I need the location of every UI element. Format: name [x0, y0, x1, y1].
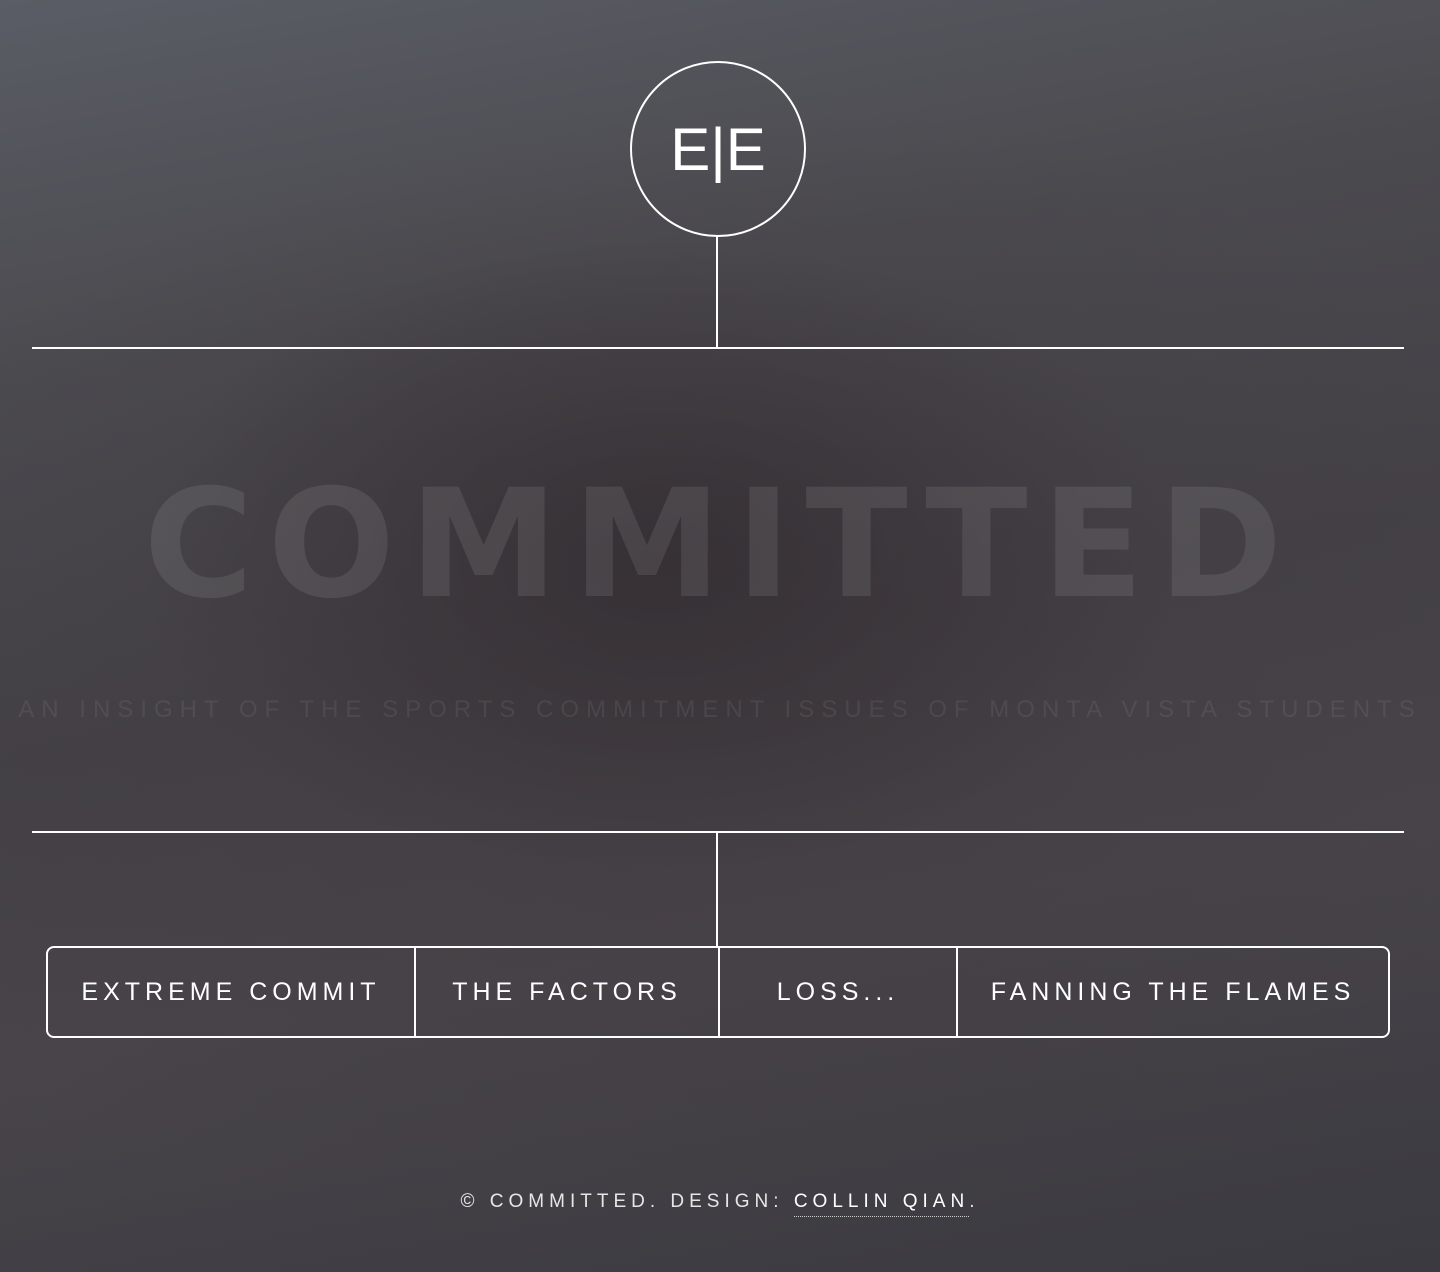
footer-copyright: © COMMITTED. DESIGN: [460, 1191, 794, 1212]
designer-link[interactable]: COLLIN QIAN [793, 1191, 970, 1217]
footer-suffix: . [969, 1191, 980, 1212]
main-navigation: EXTREME COMMIT THE FACTORS LOSS... FANNI… [46, 946, 1390, 1038]
nav-item-the-factors[interactable]: THE FACTORS [414, 948, 718, 1036]
nav-item-extreme-commit[interactable]: EXTREME COMMIT [48, 948, 414, 1036]
divider-bottom [32, 831, 1404, 833]
divider-top [32, 347, 1404, 349]
nav-item-loss[interactable]: LOSS... [718, 948, 956, 1036]
hero-title: COMMITTED [143, 458, 1297, 632]
footer: © COMMITTED. DESIGN: COLLIN QIAN. [0, 1191, 1440, 1217]
connector-line-bottom [716, 833, 718, 947]
hero-subtitle: AN INSIGHT OF THE SPORTS COMMITMENT ISSU… [18, 696, 1422, 723]
nav-item-fanning-the-flames[interactable]: FANNING THE FLAMES [956, 948, 1388, 1036]
logo-text: E|E [670, 116, 766, 183]
logo-badge[interactable]: E|E [630, 61, 806, 237]
connector-line-top [716, 235, 718, 349]
